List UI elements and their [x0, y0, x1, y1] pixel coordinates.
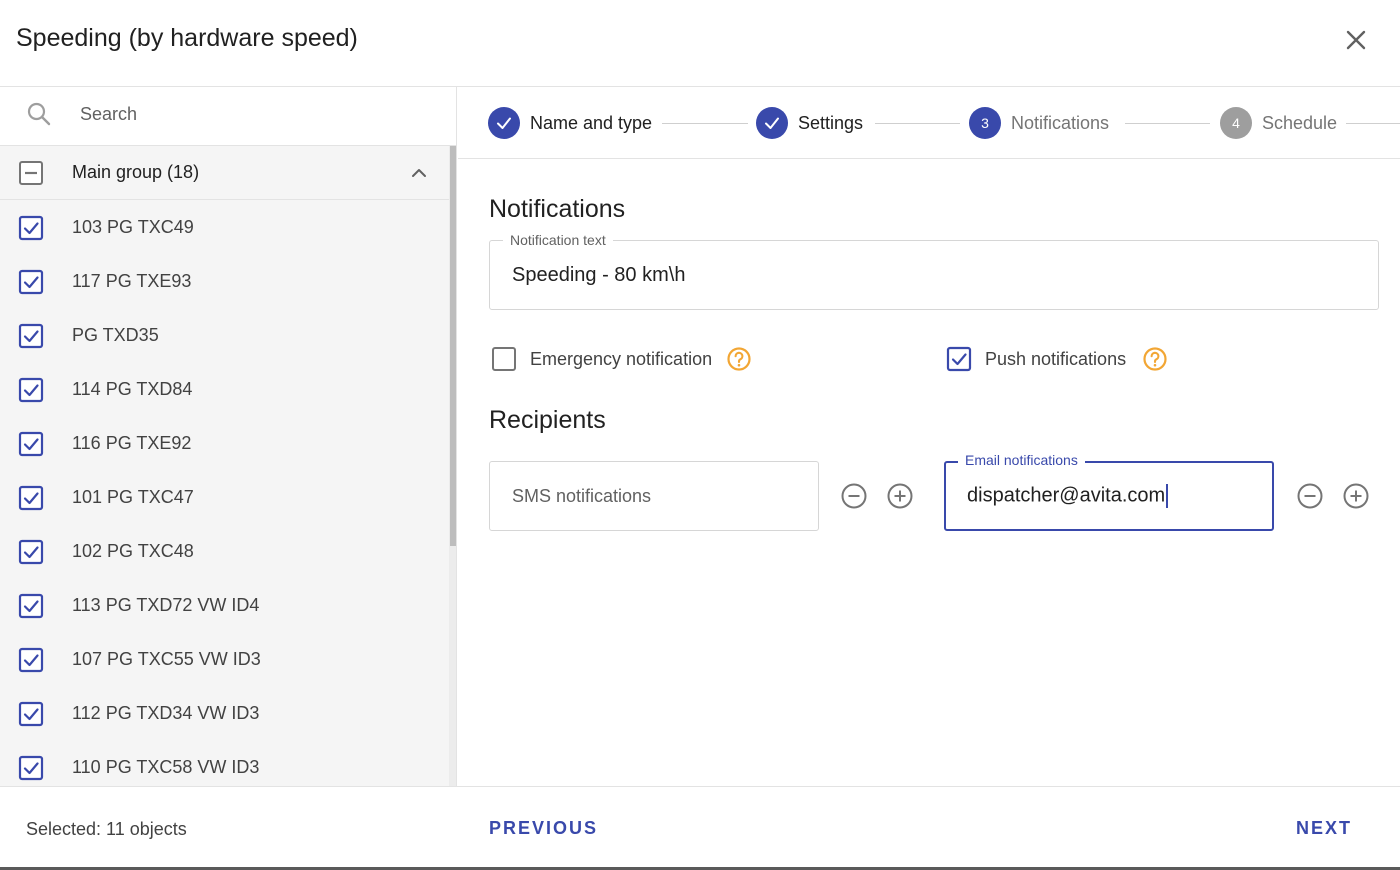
- step-settings[interactable]: Settings: [756, 107, 886, 139]
- selected-count: Selected: 11 objects: [26, 819, 187, 839]
- step-done-circle: [488, 107, 520, 139]
- check-icon: [765, 117, 779, 129]
- dialog-title: Speeding (by hardware speed): [16, 24, 358, 52]
- search-bar: [0, 87, 456, 146]
- dialog-header: Speeding (by hardware speed): [0, 0, 1400, 87]
- check-icon: [497, 117, 511, 129]
- dialog-footer: Selected: 11 objects PREVIOUS NEXT: [0, 786, 1400, 870]
- step-connector: [875, 123, 960, 124]
- object-tree-panel: Main group (18) 103 PG TXC49 117 PG TXE9…: [0, 87, 457, 787]
- list-item-label: 114 PG TXD84: [72, 379, 193, 399]
- checkbox-checked-icon[interactable]: [18, 269, 44, 295]
- checkbox-checked-icon[interactable]: [18, 539, 44, 565]
- list-item[interactable]: PG TXD35: [0, 308, 449, 362]
- emergency-notification-checkbox[interactable]: [491, 346, 517, 372]
- list-item[interactable]: 112 PG TXD34 VW ID3: [0, 686, 449, 740]
- notifications-heading: Notifications: [489, 195, 626, 223]
- checkbox-checked-icon[interactable]: [18, 431, 44, 457]
- checkbox-checked-icon[interactable]: [18, 647, 44, 673]
- list-item-label: 101 PG TXC47: [72, 487, 194, 507]
- add-sms-button[interactable]: [886, 482, 914, 510]
- checkbox-checked-icon[interactable]: [18, 323, 44, 349]
- text-caret: [1166, 484, 1169, 508]
- group-checkbox-indeterminate-icon[interactable]: [18, 160, 44, 186]
- list-item[interactable]: 101 PG TXC47: [0, 470, 449, 524]
- email-notifications-input[interactable]: dispatcher@avita.com: [967, 484, 1169, 508]
- close-button[interactable]: [1338, 22, 1374, 58]
- step-label: Schedule: [1262, 113, 1338, 133]
- recipients-heading: Recipients: [489, 406, 606, 434]
- previous-button[interactable]: PREVIOUS: [489, 818, 598, 839]
- list-item-label: 116 PG TXE92: [72, 433, 192, 453]
- list-item-label: 112 PG TXD34 VW ID3: [72, 703, 260, 723]
- list-item[interactable]: 117 PG TXE93: [0, 254, 449, 308]
- step-done-circle: [756, 107, 788, 139]
- list-item-label: 107 PG TXC55 VW ID3: [72, 649, 261, 669]
- help-icon[interactable]: [726, 346, 752, 372]
- list-item[interactable]: 113 PG TXD72 VW ID4: [0, 578, 449, 632]
- list-item-label: PG TXD35: [72, 325, 159, 345]
- step-label: Notifications: [1011, 113, 1110, 133]
- group-label: Main group (18): [72, 162, 200, 182]
- step-connector: [662, 123, 748, 124]
- chevron-up-icon[interactable]: [406, 160, 432, 186]
- push-notifications-checkbox[interactable]: [946, 346, 972, 372]
- list-item[interactable]: 103 PG TXC49: [0, 200, 449, 254]
- checkbox-checked-icon[interactable]: [18, 485, 44, 511]
- list-item-label: 117 PG TXE93: [72, 271, 192, 291]
- step-connector: [1125, 123, 1210, 124]
- notification-text-legend: Notification text: [503, 232, 613, 248]
- checkbox-checked-icon[interactable]: [18, 377, 44, 403]
- list-item[interactable]: 116 PG TXE92: [0, 416, 449, 470]
- email-notifications-value: dispatcher@avita.com: [967, 484, 1166, 507]
- notification-text-value[interactable]: Speeding - 80 km\h: [512, 264, 685, 287]
- wizard-stepper: Name and type Settings 3 Notifications 4…: [458, 87, 1400, 159]
- checkbox-checked-icon[interactable]: [18, 215, 44, 241]
- push-notifications-label: Push notifications: [985, 349, 1127, 369]
- step-label: Name and type: [530, 113, 653, 133]
- search-input[interactable]: [80, 101, 420, 127]
- search-icon: [27, 102, 51, 126]
- checkbox-checked-icon[interactable]: [18, 593, 44, 619]
- list-item-label: 110 PG TXC58 VW ID3: [72, 757, 260, 777]
- step-number: 3: [969, 107, 1001, 139]
- group-row-main[interactable]: Main group (18): [0, 146, 449, 200]
- close-icon: [1346, 30, 1366, 50]
- checkbox-checked-icon[interactable]: [18, 755, 44, 781]
- step-schedule[interactable]: 4 Schedule: [1220, 107, 1360, 139]
- list-item-label: 102 PG TXC48: [72, 541, 194, 561]
- scrollbar-thumb[interactable]: [450, 146, 456, 546]
- list-item[interactable]: 102 PG TXC48: [0, 524, 449, 578]
- list-item[interactable]: 114 PG TXD84: [0, 362, 449, 416]
- step-notifications[interactable]: 3 Notifications: [969, 107, 1139, 139]
- step-number: 4: [1220, 107, 1252, 139]
- list-item-label: 113 PG TXD72 VW ID4: [72, 595, 260, 615]
- email-notifications-legend: Email notifications: [958, 452, 1085, 468]
- help-icon[interactable]: [1142, 346, 1168, 372]
- object-list: 103 PG TXC49 117 PG TXE93 PG TXD35 114 P…: [0, 200, 449, 787]
- remove-sms-button[interactable]: [840, 482, 868, 510]
- sms-notifications-placeholder: SMS notifications: [512, 486, 652, 506]
- add-email-button[interactable]: [1342, 482, 1370, 510]
- list-item-label: 103 PG TXC49: [72, 217, 194, 237]
- next-button[interactable]: NEXT: [1296, 818, 1352, 839]
- list-item[interactable]: 107 PG TXC55 VW ID3: [0, 632, 449, 686]
- step-label: Settings: [798, 113, 864, 133]
- list-item[interactable]: 110 PG TXC58 VW ID3: [0, 740, 449, 787]
- checkbox-checked-icon[interactable]: [18, 701, 44, 727]
- remove-email-button[interactable]: [1296, 482, 1324, 510]
- emergency-notification-label: Emergency notification: [530, 349, 713, 369]
- step-name-and-type[interactable]: Name and type: [488, 107, 688, 139]
- step-connector: [1346, 123, 1400, 124]
